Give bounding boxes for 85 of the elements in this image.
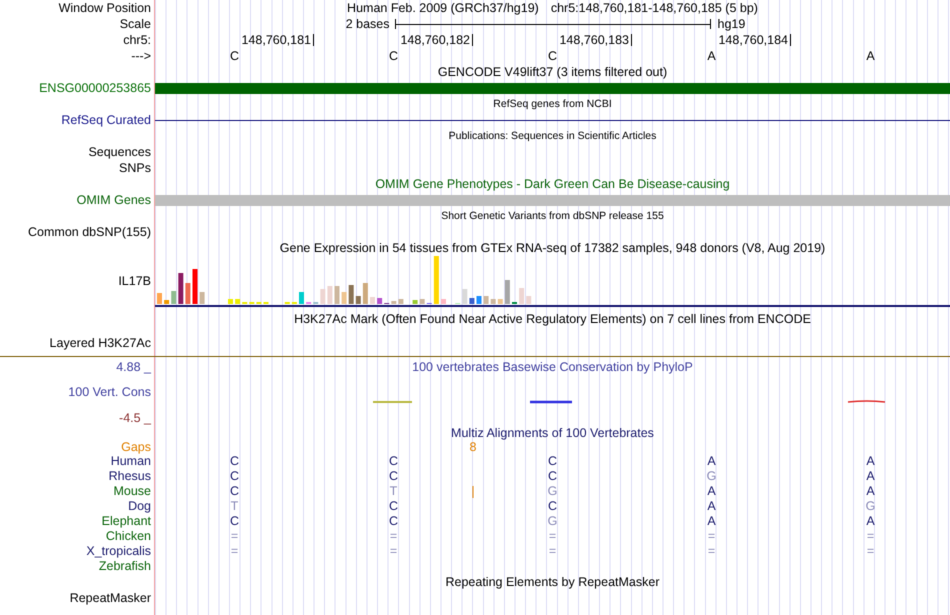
- position-range: chr5:148,760,181-148,760,185 (5 bp): [550, 2, 758, 14]
- species-label[interactable]: Dog: [128, 500, 151, 513]
- base-letter: C: [548, 500, 558, 513]
- track-title[interactable]: 100 vertebrates Basewise Conservation by PhyloP: [412, 361, 693, 374]
- insertion-mark: [472, 486, 474, 498]
- scale-span-label: 2 bases: [346, 18, 390, 30]
- assembly-name: Human Feb. 2009 (GRCh37/hg19): [347, 2, 539, 14]
- base-letter: G: [548, 515, 558, 528]
- species-label[interactable]: Elephant: [102, 515, 151, 528]
- track-title[interactable]: Repeating Elements by RepeatMasker: [445, 576, 660, 588]
- axis-min-label: -4.5 _: [119, 412, 151, 424]
- track-label[interactable]: RepeatMasker: [70, 592, 151, 604]
- base-letter: =: [390, 545, 398, 558]
- row-label: Scale: [120, 18, 151, 30]
- axis-max-label: 4.88 _: [116, 361, 151, 374]
- base-letter: C: [230, 50, 240, 62]
- species-label[interactable]: Chicken: [106, 530, 151, 543]
- base-letter: C: [230, 455, 240, 468]
- base-letter: =: [390, 530, 398, 543]
- track-label[interactable]: Sequences: [88, 146, 151, 158]
- base-letter: T: [390, 485, 398, 498]
- base-letter: C: [230, 485, 240, 498]
- base-letter: T: [230, 500, 238, 513]
- row-label: Window Position: [58, 2, 151, 14]
- track-title[interactable]: Publications: Sequences in Scientific Articles: [448, 130, 656, 142]
- track-title[interactable]: Gene Expression in 54 tissues from GTEx RNA-seq of 17382 samples, 948 donors (V8, Aug 2019): [280, 242, 826, 254]
- track-title[interactable]: OMIM Gene Phenotypes - Dark Green Can Be Disease-causing: [375, 178, 730, 190]
- species-label[interactable]: Mouse: [113, 485, 151, 498]
- gap-count: 8: [470, 440, 476, 454]
- base-letter: =: [230, 530, 238, 543]
- track-label[interactable]: 100 Vert. Cons: [68, 386, 151, 399]
- base-letter: A: [866, 455, 875, 468]
- base-letter: =: [548, 530, 556, 543]
- base-letter: =: [708, 545, 716, 558]
- ruler-position: 148,760,184: [718, 34, 788, 46]
- species-label[interactable]: Human: [110, 455, 151, 468]
- strand-label: --->: [131, 50, 151, 62]
- base-letter: A: [866, 50, 875, 62]
- track-label[interactable]: RefSeq Curated: [61, 114, 151, 126]
- base-letter: =: [708, 530, 716, 543]
- row-label: chr5:: [123, 34, 151, 46]
- track-label[interactable]: Layered H3K27Ac: [50, 337, 151, 350]
- base-letter: C: [230, 515, 240, 528]
- base-letter: C: [388, 470, 398, 483]
- base-letter: A: [707, 455, 716, 468]
- base-letter: A: [866, 470, 875, 483]
- base-letter: A: [707, 500, 716, 513]
- ruler-position: 148,760,181: [241, 34, 311, 46]
- base-letter: A: [707, 50, 716, 62]
- track-title[interactable]: GENCODE V49lift37 (3 items filtered out): [438, 66, 668, 78]
- base-letter: C: [388, 500, 398, 513]
- base-letter: G: [706, 470, 716, 483]
- base-letter: A: [866, 485, 875, 498]
- assembly-label: hg19: [718, 18, 746, 30]
- track-label[interactable]: Common dbSNP(155): [28, 226, 151, 238]
- track-title[interactable]: Short Genetic Variants from dbSNP release 155: [441, 210, 664, 222]
- base-letter: G: [866, 500, 876, 513]
- base-letter: A: [866, 515, 875, 528]
- base-letter: A: [707, 515, 716, 528]
- species-label[interactable]: X_tropicalis: [86, 545, 151, 558]
- track-label[interactable]: SNPs: [119, 162, 151, 174]
- base-letter: C: [548, 455, 558, 468]
- track-title[interactable]: RefSeq genes from NCBI: [493, 98, 612, 110]
- base-letter: C: [388, 515, 398, 528]
- base-letter: =: [866, 545, 874, 558]
- track-title[interactable]: Multiz Alignments of 100 Vertebrates: [451, 427, 654, 440]
- ruler-position: 148,760,182: [400, 34, 470, 46]
- track-label[interactable]: OMIM Genes: [76, 194, 151, 206]
- base-letter: C: [230, 470, 240, 483]
- base-letter: =: [866, 530, 874, 543]
- base-letter: A: [707, 485, 716, 498]
- base-letter: C: [388, 50, 398, 62]
- track-label[interactable]: ENSG00000253865: [39, 82, 151, 94]
- track-label[interactable]: IL17B: [118, 275, 151, 288]
- base-letter: G: [548, 485, 558, 498]
- ruler-position: 148,760,183: [559, 34, 629, 46]
- base-letter: C: [388, 455, 398, 468]
- base-letter: =: [548, 545, 556, 558]
- feature-bar[interactable]: [155, 82, 950, 94]
- base-letter: =: [230, 545, 238, 558]
- species-label[interactable]: Rhesus: [108, 470, 151, 483]
- base-letter: C: [548, 50, 558, 62]
- base-letter: C: [548, 470, 558, 483]
- species-label[interactable]: Zebrafish: [98, 560, 151, 573]
- track-title[interactable]: H3K27Ac Mark (Often Found Near Active Regulatory Elements) on 7 cell lines from ENCODE: [294, 312, 811, 326]
